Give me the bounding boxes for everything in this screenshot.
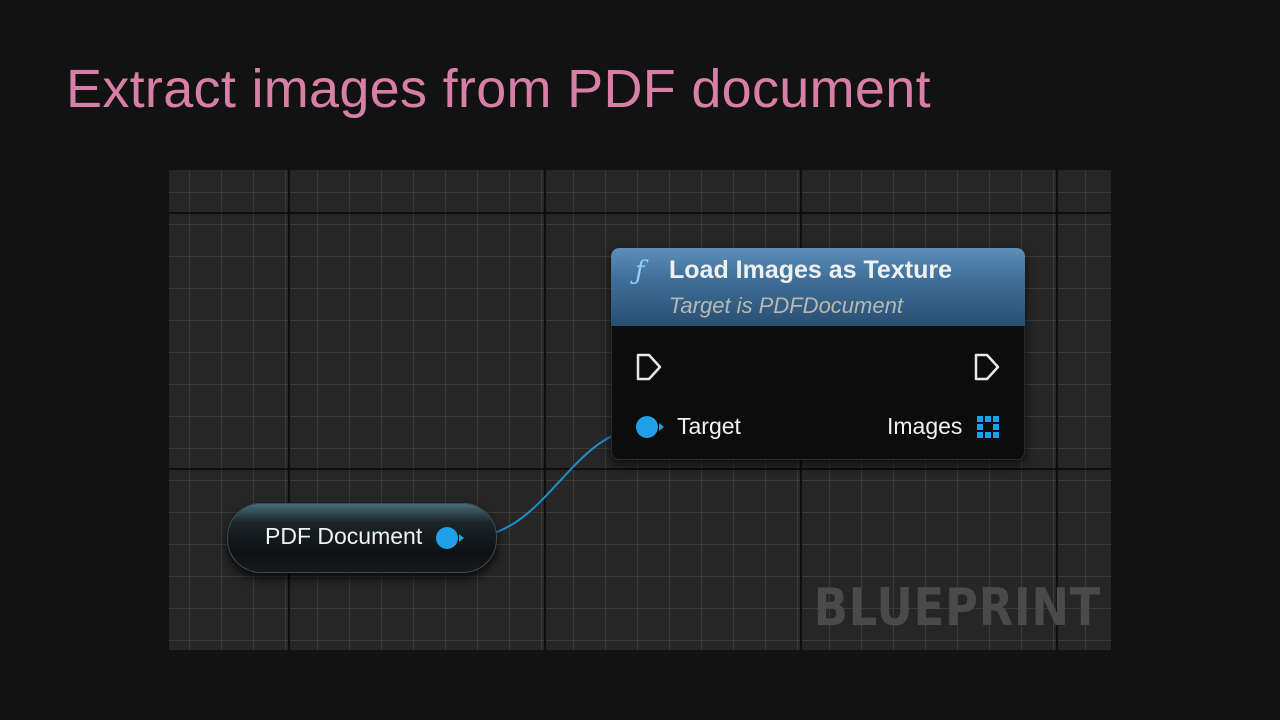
slide-title: Extract images from PDF document [66,59,931,119]
pdf-document-output-pin-icon[interactable] [435,525,469,551]
blueprint-graph-canvas[interactable]: BLUEPRINT ƒ Load Images as Texture Targe… [169,170,1111,650]
node-subtitle: Target is PDFDocument [669,293,903,318]
exec-input-pin-icon[interactable] [635,352,663,382]
node-header[interactable]: ƒ Load Images as Texture Target is PDFDo… [611,248,1025,326]
images-array-pin-icon[interactable] [977,416,999,438]
exec-output-pin-icon[interactable] [973,352,1001,382]
function-icon: ƒ [635,256,645,286]
node-title: Load Images as Texture [669,256,952,284]
target-pin-label: Target [677,413,741,439]
load-images-as-texture-node[interactable]: ƒ Load Images as Texture Target is PDFDo… [611,248,1025,460]
variable-label: PDF Document [265,523,423,549]
target-pin-icon[interactable] [635,414,667,440]
images-pin-label: Images [887,413,963,439]
pdf-document-variable-node[interactable]: PDF Document [227,503,497,573]
